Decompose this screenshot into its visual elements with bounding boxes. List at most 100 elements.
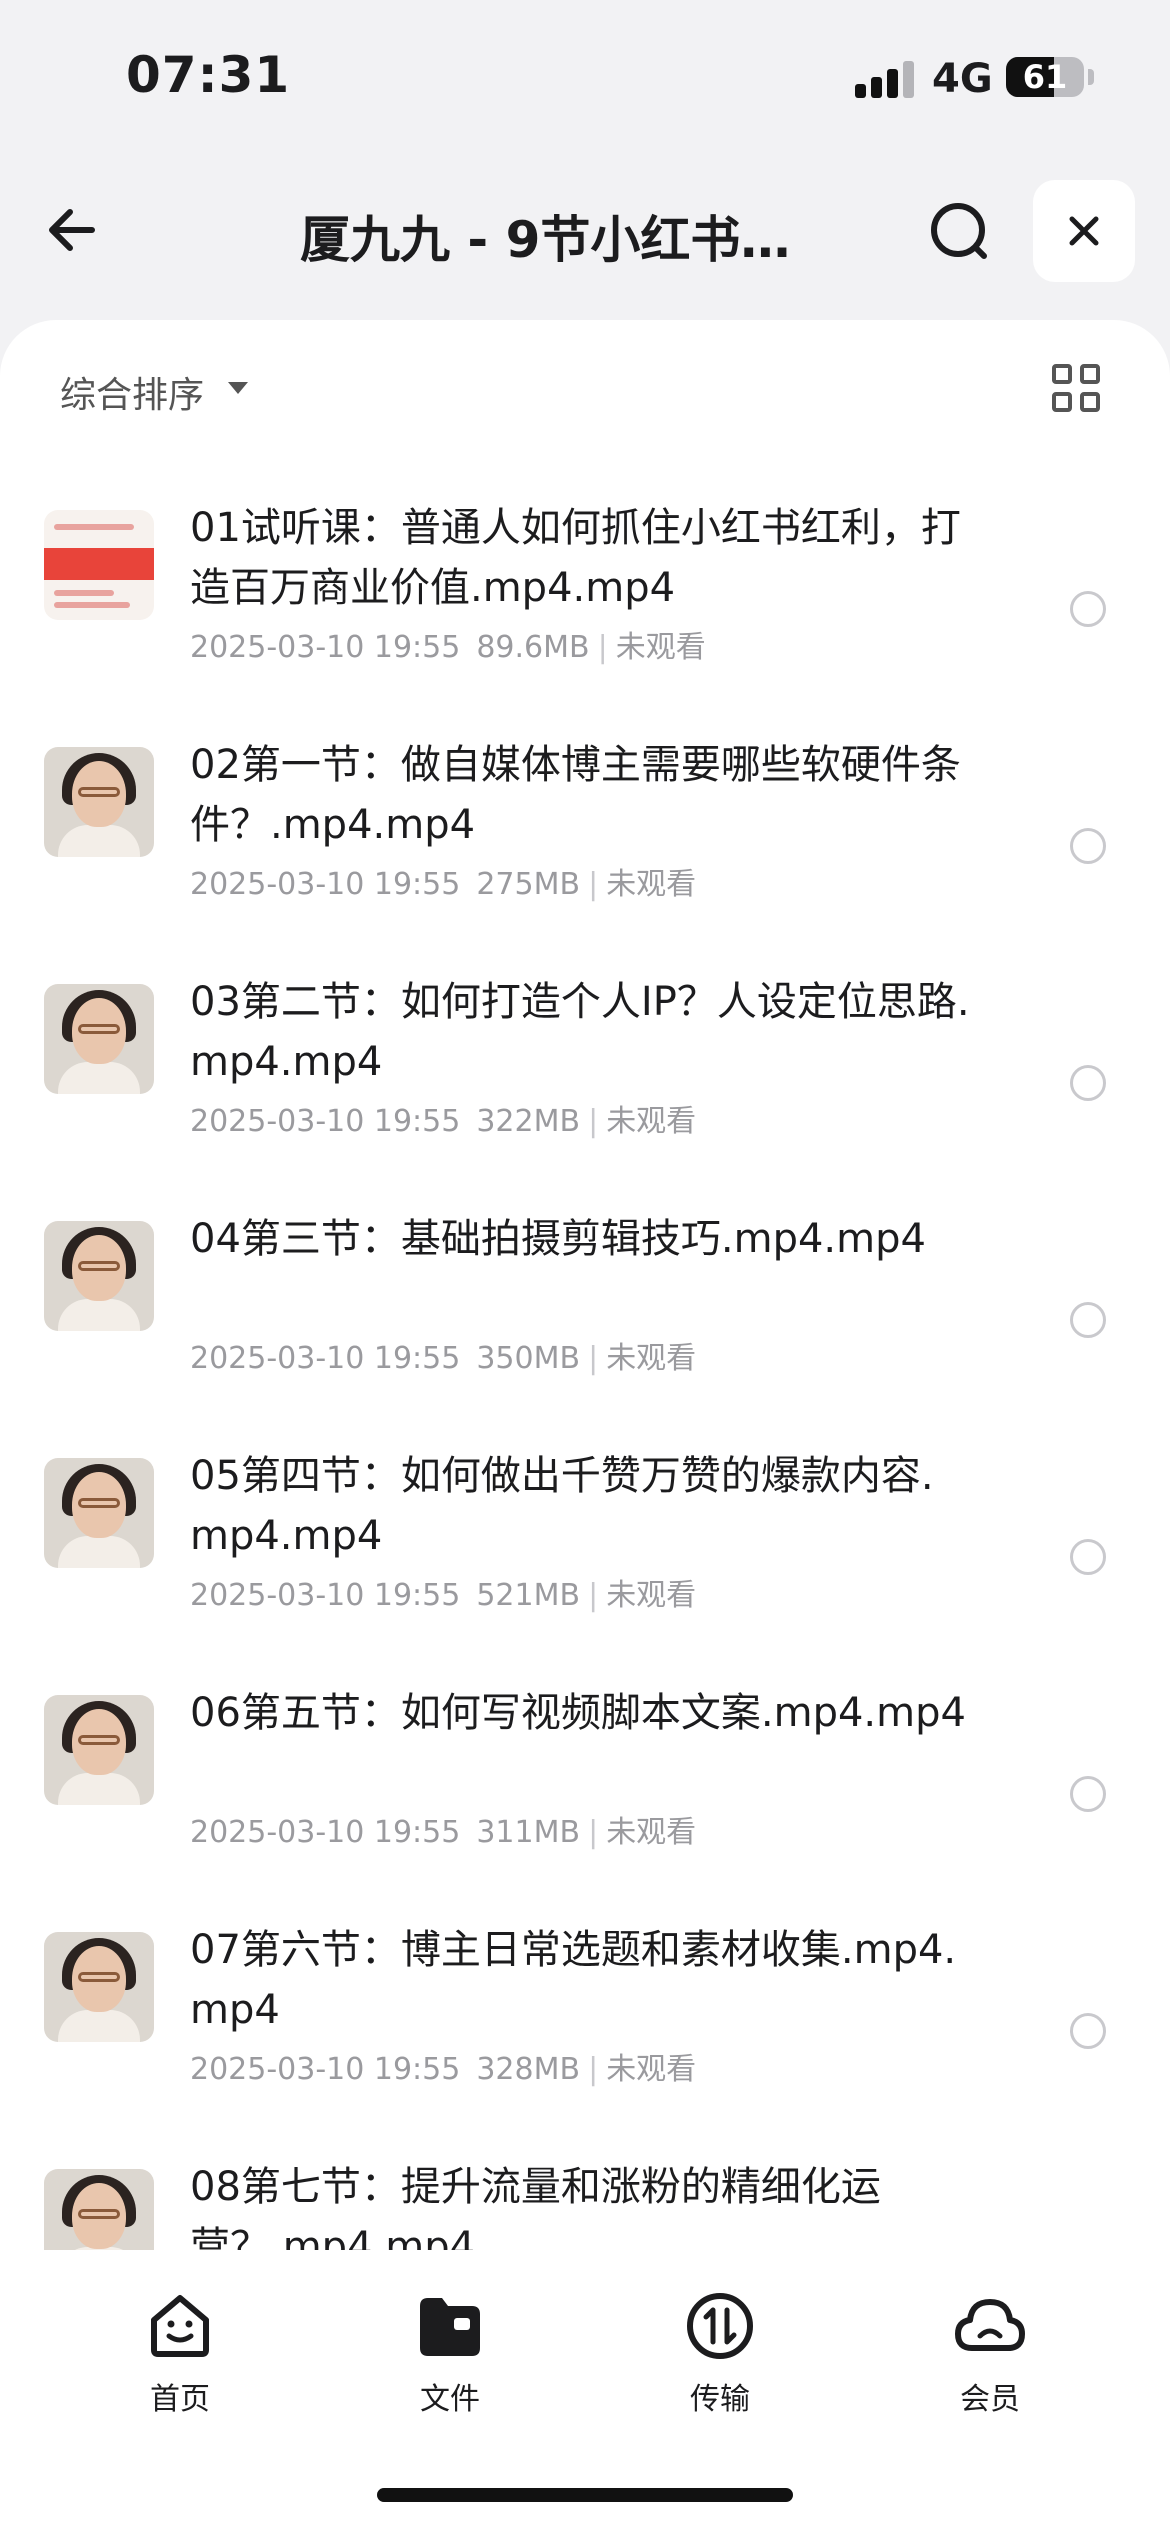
tab-files-label: 文件: [420, 2382, 480, 2417]
file-date: 2025-03-10 19:55: [190, 1578, 461, 1613]
file-list-sheet: 综合排序 01试听课：普通人如何抓住小红书红利，打造百万商业价值.mp4.mp4…: [0, 320, 1170, 2532]
video-thumbnail: [44, 1221, 154, 1331]
tab-vip-label: 会员: [960, 2382, 1020, 2417]
sort-bar: 综合排序: [0, 320, 1170, 460]
status-time: 07:31: [126, 46, 291, 104]
file-title: 07第六节：博主日常选题和素材收集.mp4.mp4: [190, 1927, 957, 2033]
file-size: 275MB: [476, 867, 581, 902]
select-radio[interactable]: [1070, 1539, 1106, 1575]
meta-separator: |: [588, 1341, 599, 1376]
file-meta: 2025-03-10 19:55 350MB | 未观看: [190, 1333, 696, 1377]
transfer-icon: [684, 2290, 756, 2362]
meta-separator: |: [588, 1578, 599, 1613]
battery-percent: 61: [1022, 58, 1068, 96]
tab-files[interactable]: 文件: [360, 2290, 540, 2417]
file-date: 2025-03-10 19:55: [190, 1815, 461, 1850]
file-list-item[interactable]: 01试听课：普通人如何抓住小红书红利，打造百万商业价值.mp4.mp4 2025-…: [0, 460, 1170, 697]
file-list: 01试听课：普通人如何抓住小红书红利，打造百万商业价值.mp4.mp4 2025-…: [0, 460, 1170, 2250]
meta-separator: |: [588, 867, 599, 902]
home-indicator: [377, 2488, 793, 2502]
file-size: 328MB: [476, 2052, 581, 2087]
file-list-item[interactable]: 06第五节：如何写视频脚本文案.mp4.mp4 2025-03-10 19:55 3…: [0, 1645, 1170, 1882]
grid-view-icon[interactable]: [1052, 364, 1100, 412]
file-list-item[interactable]: 03第二节：如何打造个人IP？人设定位思路.mp4.mp4 2025-03-10 …: [0, 934, 1170, 1171]
file-title: 04第三节：基础拍摄剪辑技巧.mp4.mp4: [190, 1216, 926, 1262]
video-thumbnail: [44, 2169, 154, 2250]
video-thumbnail: [44, 1458, 154, 1568]
file-list-item[interactable]: 08第七节：提升流量和涨粉的精细化运营？.mp4.mp4: [0, 2119, 1170, 2250]
video-thumbnail: [44, 747, 154, 857]
home-face-icon: [144, 2290, 216, 2362]
file-size: 322MB: [476, 1104, 581, 1139]
search-icon[interactable]: [920, 192, 1000, 272]
select-radio[interactable]: [1070, 1776, 1106, 1812]
file-date: 2025-03-10 19:55: [190, 2052, 461, 2087]
tab-transfer[interactable]: 传输: [630, 2290, 810, 2417]
file-meta: 2025-03-10 19:55 521MB | 未观看: [190, 1570, 696, 1614]
file-size: 350MB: [476, 1341, 581, 1376]
status-bar: 07:31 4G 61: [0, 0, 1170, 150]
file-meta: 2025-03-10 19:55 311MB | 未观看: [190, 1807, 696, 1851]
app-screen: 07:31 4G 61 厦九九 - 9节小红书博... 综合排序 01试听课：普…: [0, 0, 1170, 2532]
nav-bar: 厦九九 - 9节小红书博...: [0, 170, 1170, 290]
watch-status: 未观看: [606, 867, 697, 902]
watch-status: 未观看: [606, 1815, 697, 1850]
file-title: 01试听课：普通人如何抓住小红书红利，打造百万商业价值.mp4.mp4: [190, 505, 961, 611]
file-list-item[interactable]: 05第四节：如何做出千赞万赞的爆款内容.mp4.mp4 2025-03-10 19…: [0, 1408, 1170, 1645]
meta-separator: |: [597, 630, 608, 665]
page-title: 厦九九 - 9节小红书博...: [300, 211, 840, 269]
file-title: 03第二节：如何打造个人IP？人设定位思路.mp4.mp4: [190, 979, 970, 1085]
cloud-icon: [954, 2290, 1026, 2362]
arrow-left-icon[interactable]: [40, 190, 120, 270]
tab-home-label: 首页: [150, 2382, 210, 2417]
file-title: 08第七节：提升流量和涨粉的精细化运营？.mp4.mp4: [190, 2164, 881, 2250]
select-radio[interactable]: [1070, 1065, 1106, 1101]
file-list-item[interactable]: 02第一节：做自媒体博主需要哪些软硬件条件？.mp4.mp4 2025-03-10…: [0, 697, 1170, 934]
meta-separator: |: [588, 1104, 599, 1139]
video-thumbnail: [44, 984, 154, 1094]
file-meta: 2025-03-10 19:55 89.6MB | 未观看: [190, 622, 706, 666]
file-title: 05第四节：如何做出千赞万赞的爆款内容.mp4.mp4: [190, 1453, 934, 1559]
video-thumbnail: [44, 1932, 154, 2042]
video-thumbnail: [44, 1695, 154, 1805]
battery-icon: 61: [1006, 57, 1084, 97]
file-title: 02第一节：做自媒体博主需要哪些软硬件条件？.mp4.mp4: [190, 742, 961, 848]
file-date: 2025-03-10 19:55: [190, 867, 461, 902]
select-radio[interactable]: [1070, 828, 1106, 864]
meta-separator: |: [588, 2052, 599, 2087]
select-radio[interactable]: [1070, 2013, 1106, 2049]
file-date: 2025-03-10 19:55: [190, 630, 461, 665]
sort-dropdown[interactable]: 综合排序: [60, 366, 204, 418]
tab-home[interactable]: 首页: [90, 2290, 270, 2417]
file-size: 521MB: [476, 1578, 581, 1613]
folder-icon: [414, 2290, 486, 2362]
file-meta: 2025-03-10 19:55 328MB | 未观看: [190, 2044, 696, 2088]
caret-down-icon[interactable]: [228, 382, 248, 394]
file-title: 06第五节：如何写视频脚本文案.mp4.mp4: [190, 1690, 966, 1736]
file-date: 2025-03-10 19:55: [190, 1104, 461, 1139]
meta-separator: |: [588, 1815, 599, 1850]
watch-status: 未观看: [606, 1341, 697, 1376]
close-button[interactable]: [1033, 180, 1135, 282]
file-list-item[interactable]: 07第六节：博主日常选题和素材收集.mp4.mp4 2025-03-10 19:5…: [0, 1882, 1170, 2119]
video-thumbnail: [44, 510, 154, 620]
file-date: 2025-03-10 19:55: [190, 1341, 461, 1376]
file-meta: 2025-03-10 19:55 275MB | 未观看: [190, 859, 696, 903]
battery-cap: [1088, 69, 1094, 85]
cellular-signal-icon: [855, 60, 915, 98]
file-meta: 2025-03-10 19:55 322MB | 未观看: [190, 1096, 696, 1140]
watch-status: 未观看: [606, 1578, 697, 1613]
select-radio[interactable]: [1070, 1302, 1106, 1338]
tab-transfer-label: 传输: [690, 2382, 750, 2417]
tab-vip[interactable]: 会员: [900, 2290, 1080, 2417]
watch-status: 未观看: [606, 1104, 697, 1139]
file-size: 311MB: [476, 1815, 581, 1850]
watch-status: 未观看: [615, 630, 706, 665]
tab-bar: 首页 文件 传输 会员: [0, 2260, 1170, 2417]
file-list-item[interactable]: 04第三节：基础拍摄剪辑技巧.mp4.mp4 2025-03-10 19:55 35…: [0, 1171, 1170, 1408]
watch-status: 未观看: [606, 2052, 697, 2087]
select-radio[interactable]: [1070, 591, 1106, 627]
close-icon: [1069, 216, 1099, 246]
file-size: 89.6MB: [476, 630, 590, 665]
network-type: 4G: [932, 56, 993, 102]
